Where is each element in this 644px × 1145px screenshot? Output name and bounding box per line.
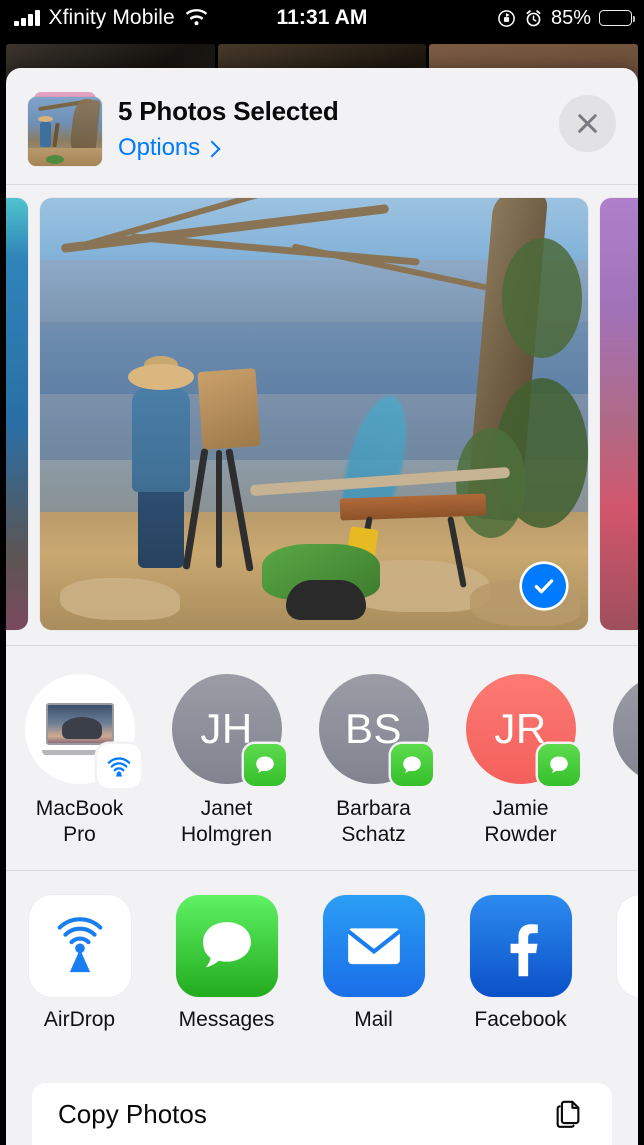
avatar: BS (318, 674, 433, 786)
status-bar: Xfinity Mobile 11:31 AM 85% (0, 0, 644, 36)
messages-badge-icon (537, 744, 580, 786)
mail-icon (322, 895, 425, 997)
chevron-right-icon (206, 140, 215, 156)
status-bar-right: 85% (497, 6, 635, 30)
share-app-label: AirDrop (43, 1008, 116, 1031)
share-target-barbara-schatz[interactable]: BS Barbara Schatz (300, 674, 447, 848)
copy-documents-icon (556, 1100, 580, 1128)
messages-icon (175, 895, 278, 997)
share-target-label: Jamie Rowder (484, 797, 557, 846)
avatar (24, 674, 141, 788)
iphone-screen: Xfinity Mobile 11:31 AM 85% 5 Photos Sel… (0, 0, 644, 1145)
share-targets-row[interactable]: MacBook Pro JH Janet Holmgren BS Barbara… (6, 646, 638, 870)
share-sheet-header: 5 Photos Selected Options (6, 68, 638, 184)
options-label: Options (118, 134, 201, 161)
checkmark-icon (534, 579, 554, 594)
avatar-initials: JH (200, 705, 253, 752)
action-copy-photos[interactable]: Copy Photos (32, 1083, 612, 1145)
airdrop-icon (28, 895, 131, 997)
share-app-facebook[interactable]: Facebook (447, 895, 594, 1032)
carousel-photo-previous[interactable] (6, 198, 28, 630)
photo-selected-badge[interactable] (522, 564, 566, 608)
close-button[interactable] (559, 95, 616, 152)
share-app-messages[interactable]: Messages (153, 895, 300, 1032)
share-app-label: Mail (354, 1008, 393, 1031)
selected-photos-thumbnail (28, 92, 102, 166)
share-target-label: MacBook Pro (35, 797, 124, 846)
photo-carousel[interactable] (6, 185, 638, 645)
airdrop-badge-icon (96, 744, 141, 788)
share-sheet-title-block: 5 Photos Selected Options (118, 96, 339, 162)
share-target-label: Janet Holmgren (180, 797, 273, 846)
actions-card: Copy Photos (32, 1083, 612, 1145)
facebook-icon (469, 895, 572, 997)
share-app-mail[interactable]: Mail (300, 895, 447, 1032)
share-app-airdrop[interactable]: AirDrop (6, 895, 153, 1032)
avatar-initials: BS (344, 705, 403, 752)
share-target-macbook-pro[interactable]: MacBook Pro (6, 674, 153, 848)
share-app-label: Facebook (474, 1008, 567, 1031)
share-apps-row[interactable]: AirDrop Messages Mail Facebook (6, 871, 638, 1051)
messages-badge-icon (390, 744, 433, 786)
rotation-lock-icon (498, 9, 515, 27)
avatar: JR (465, 674, 580, 786)
share-sheet: 5 Photos Selected Options MacBook Pro JH… (6, 68, 638, 1145)
battery-percent-label: 85% (550, 6, 591, 29)
carousel-photo-current[interactable] (40, 198, 588, 630)
page-title: 5 Photos Selected (118, 96, 339, 126)
options-button[interactable]: Options (118, 134, 339, 162)
photos-icon (616, 895, 638, 997)
carousel-photo-next[interactable] (600, 198, 638, 630)
share-app-label: Messages (178, 1008, 275, 1031)
messages-badge-icon (243, 744, 286, 786)
share-target-label: Barbara Schatz (336, 797, 411, 846)
action-label: Copy Photos (58, 1098, 207, 1129)
share-app-partial[interactable] (594, 895, 638, 1008)
alarm-clock-icon (526, 9, 541, 26)
share-target-janet-holmgren[interactable]: JH Janet Holmgren (153, 674, 300, 848)
share-target-partial[interactable]: A (594, 674, 638, 796)
avatar: JH (171, 674, 286, 786)
close-icon (575, 111, 600, 136)
avatar: A (612, 674, 638, 784)
battery-icon (599, 10, 635, 26)
avatar-initials: JR (494, 705, 547, 752)
share-target-jamie-rowder[interactable]: JR Jamie Rowder (447, 674, 594, 848)
